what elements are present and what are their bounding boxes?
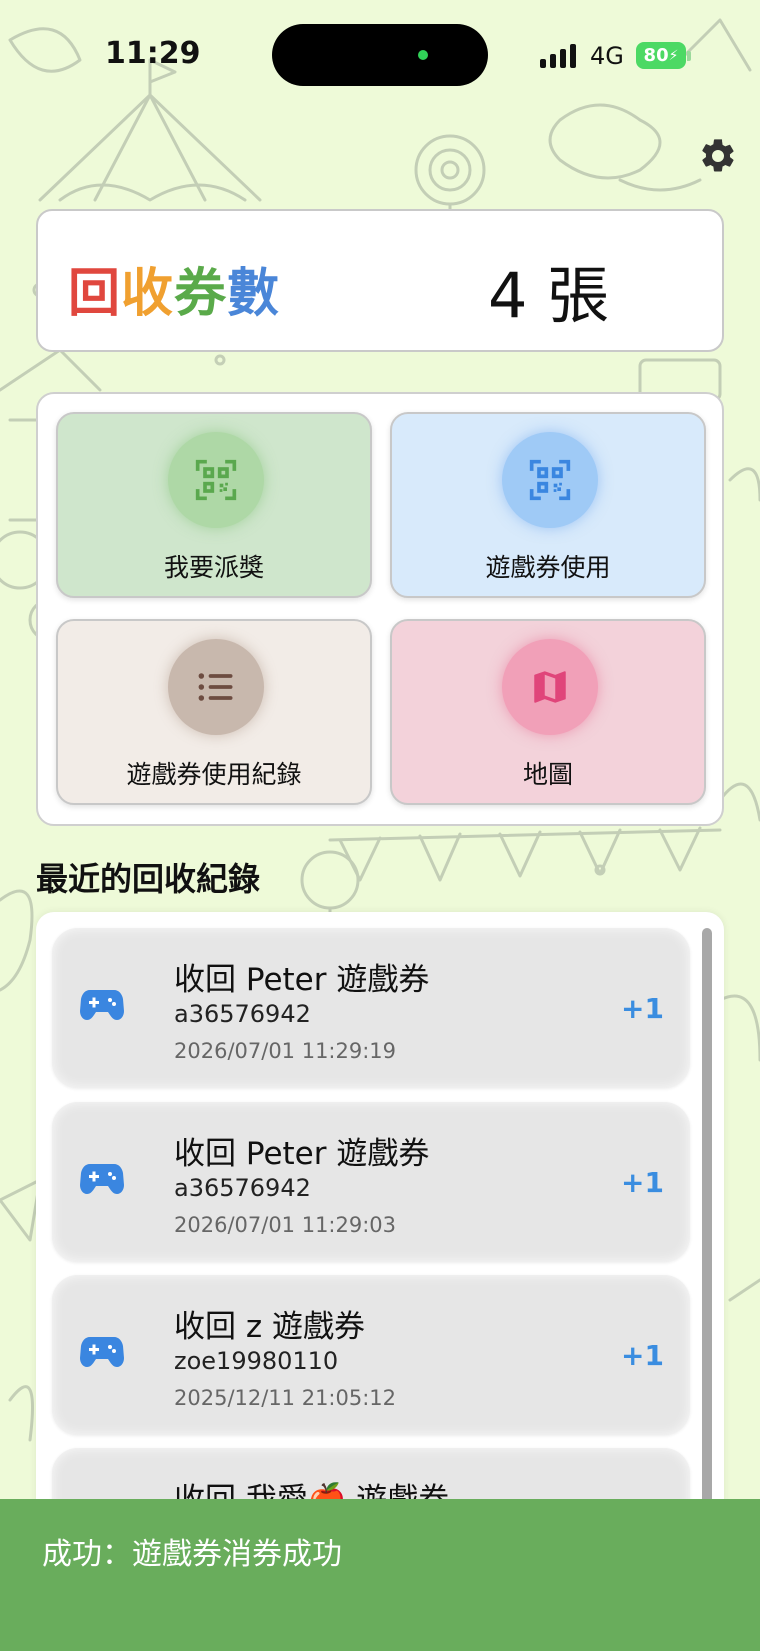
recycle-count-card: 回收券數 4 張: [36, 209, 724, 352]
network-type: 4G: [590, 42, 624, 70]
record-user: zoe19980110: [174, 1347, 339, 1375]
record-title: 收回 Peter 遊戲券: [174, 962, 430, 998]
cellular-signal-icon: [540, 44, 576, 68]
qr-scan-icon: [195, 459, 237, 501]
record-time: 2026/07/01 11:29:19: [174, 1039, 397, 1063]
status-time: 11:29: [105, 36, 201, 71]
qr-scan-icon: [529, 459, 571, 501]
battery-cap: [687, 51, 691, 61]
action-menu-panel: 我要派獎 遊戲券使用 遊戲券使用紀錄 地圖: [36, 392, 724, 826]
gear-icon[interactable]: [698, 136, 738, 176]
map-icon-circle: [502, 639, 598, 735]
record-title: 收回 Peter 遊戲券: [174, 1136, 430, 1172]
title-char: 券: [174, 264, 228, 324]
map-icon: [534, 671, 566, 703]
charging-bolt-icon: ⚡: [668, 47, 679, 64]
list-icon: [198, 673, 233, 701]
title-char: 收: [121, 264, 175, 324]
record-user: a36576942: [174, 1000, 311, 1028]
record-item[interactable]: 收回 Peter 遊戲券 a36576942 2026/07/01 11:29:…: [52, 1102, 690, 1262]
record-user: a36576942: [174, 1174, 311, 1202]
record-time: 2026/07/01 11:29:03: [174, 1213, 397, 1237]
success-toast: 成功：遊戲券消券成功: [0, 1499, 760, 1651]
recent-records-title: 最近的回收紀錄: [36, 860, 261, 898]
use-ticket-icon-circle: [502, 432, 598, 528]
camera-indicator-dot: [418, 50, 428, 60]
dynamic-island: [272, 24, 488, 86]
gamepad-icon: [80, 990, 124, 1020]
award-button[interactable]: 我要派獎: [56, 412, 372, 598]
record-delta: +1: [621, 1166, 664, 1199]
status-bar: 11:29 4G 80 ⚡: [0, 0, 760, 110]
record-title: 收回 z 遊戲券: [174, 1309, 365, 1345]
toast-message: 成功：遊戲券消券成功: [42, 1537, 342, 1572]
use-ticket-label: 遊戲券使用: [485, 553, 611, 582]
use-ticket-button[interactable]: 遊戲券使用: [390, 412, 706, 598]
record-delta: +1: [621, 1339, 664, 1372]
title-char: 回: [68, 264, 122, 324]
recycle-count-title: 回收券數: [68, 251, 280, 326]
battery-icon: 80 ⚡: [636, 42, 686, 69]
map-button[interactable]: 地圖: [390, 619, 706, 805]
record-delta: +1: [621, 992, 664, 1025]
recycle-count-value: 4 張: [488, 259, 610, 332]
battery-level: 80: [643, 45, 669, 66]
record-item[interactable]: 收回 Peter 遊戲券 a36576942 2026/07/01 11:29:…: [52, 928, 690, 1088]
usage-history-icon-circle: [168, 639, 264, 735]
record-item[interactable]: 收回 z 遊戲券 zoe19980110 2025/12/11 21:05:12…: [52, 1275, 690, 1435]
gamepad-icon: [80, 1164, 124, 1194]
map-label: 地圖: [522, 760, 573, 789]
award-label: 我要派獎: [163, 553, 264, 582]
record-time: 2025/12/11 21:05:12: [174, 1386, 397, 1410]
usage-history-label: 遊戲券使用紀錄: [126, 760, 302, 789]
usage-history-button[interactable]: 遊戲券使用紀錄: [56, 619, 372, 805]
gamepad-icon: [80, 1337, 124, 1367]
title-char: 數: [227, 264, 281, 324]
award-icon-circle: [168, 432, 264, 528]
